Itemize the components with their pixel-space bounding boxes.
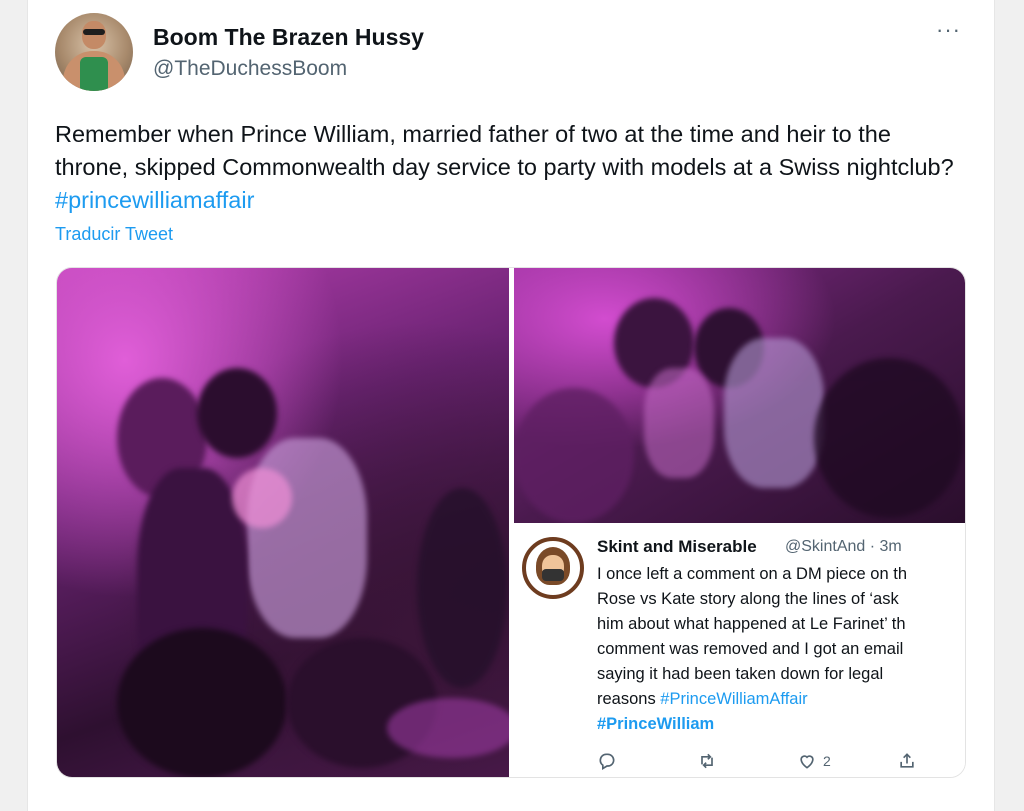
- reply-icon: [599, 753, 615, 770]
- author-handle[interactable]: @TheDuchessBoom: [153, 57, 347, 81]
- embedded-share-action: [897, 749, 917, 773]
- embedded-author-name: Skint and Miserable: [597, 537, 757, 556]
- embedded-tweet-screenshot[interactable]: Skint and Miserable @SkintAnd · 3m I onc…: [514, 523, 965, 777]
- embedded-text-line: comment was removed and I got an email: [597, 640, 904, 658]
- embedded-reply-action: [597, 749, 617, 773]
- embedded-author-meta: @SkintAnd · 3m: [785, 538, 902, 555]
- more-options-icon[interactable]: ···: [936, 19, 968, 44]
- media-grid: Skint and Miserable @SkintAnd · 3m I onc…: [56, 267, 966, 778]
- nightclub-photo-right[interactable]: [514, 268, 965, 523]
- embedded-tweet-text: I once left a comment on a DM piece on t…: [597, 562, 965, 737]
- embedded-text-reasons: reasons: [597, 690, 656, 708]
- embedded-text-line: saying it had been taken down for legal: [597, 665, 884, 683]
- embedded-retweet-action: [697, 749, 717, 773]
- embedded-like-action: 2: [797, 749, 831, 773]
- author-display-name[interactable]: Boom The Brazen Hussy: [153, 24, 424, 51]
- tweet-text: Remember when Prince William, married fa…: [55, 118, 965, 217]
- retweet-icon: [701, 753, 713, 769]
- embedded-hashtag-affair: #PrinceWilliamAffair: [660, 690, 808, 708]
- author-avatar[interactable]: [55, 13, 133, 91]
- embedded-author-avatar: [522, 537, 584, 599]
- tweet-hashtag-link[interactable]: #princewilliamaffair: [55, 187, 254, 213]
- translate-tweet-link[interactable]: Traducir Tweet: [55, 224, 173, 245]
- embedded-hashtag-william: #PrinceWilliam: [597, 715, 715, 733]
- embedded-text-line-hashtag: #PrinceWilliam: [597, 712, 965, 737]
- embedded-like-count: 2: [823, 753, 831, 769]
- like-icon: [800, 755, 814, 769]
- tweet-card: Boom The Brazen Hussy @TheDuchessBoom ··…: [27, 0, 995, 811]
- embedded-text-line-last: reasons #PrinceWilliamAffair: [597, 687, 965, 712]
- share-icon: [900, 753, 914, 768]
- nightclub-photo-left[interactable]: [57, 268, 509, 777]
- embedded-text-line: him about what happened at Le Farinet’ t…: [597, 615, 906, 633]
- embedded-text-line: Rose vs Kate story along the lines of ‘a…: [597, 590, 899, 608]
- tweet-text-body: Remember when Prince William, married fa…: [55, 121, 954, 180]
- embedded-action-bar: 2: [597, 749, 927, 773]
- embedded-text-line: I once left a comment on a DM piece on t…: [597, 565, 907, 583]
